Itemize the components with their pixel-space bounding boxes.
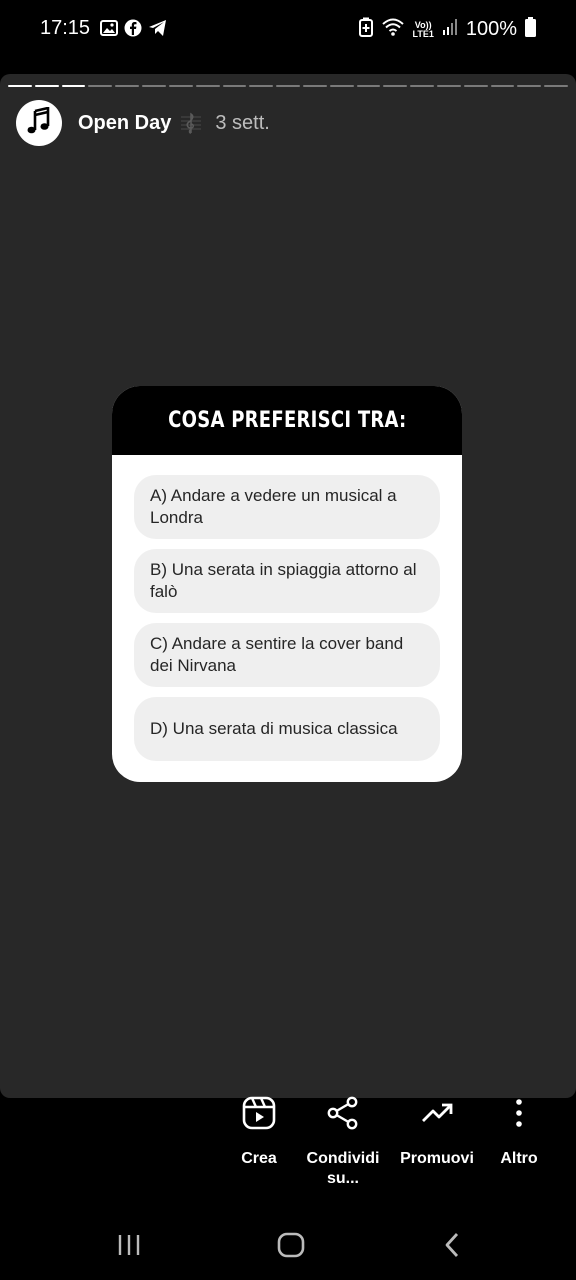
story-progress-bar [8, 85, 569, 87]
quiz-title: COSA PREFERISCI TRA: [167, 408, 407, 433]
wifi-icon [381, 17, 405, 42]
account-name[interactable]: Open Day [78, 112, 171, 135]
promote-button[interactable]: Promuovi [398, 1094, 476, 1169]
status-time: 17:15 [40, 17, 91, 39]
music-note-icon [26, 105, 52, 140]
quiz-option-label: B) Una serata in spiaggia attorno al fal… [150, 560, 417, 601]
progress-segment [249, 85, 274, 87]
progress-segment [115, 85, 140, 87]
progress-segment [437, 85, 461, 87]
create-button[interactable]: Crea [230, 1094, 288, 1169]
battery-percentage: 100% [465, 18, 517, 40]
progress-segment [517, 85, 542, 87]
progress-segment [222, 85, 247, 87]
progress-segment [88, 85, 113, 87]
share-icon [326, 1094, 360, 1135]
system-icons: Vo)) LTE1 100% [358, 17, 536, 42]
signal-icon [442, 18, 458, 41]
avatar[interactable] [16, 100, 62, 146]
progress-segment [490, 85, 515, 87]
more-button[interactable]: Altro [496, 1094, 542, 1169]
trending-up-icon [420, 1094, 454, 1135]
more-vertical-icon [502, 1094, 536, 1135]
progress-segment [383, 85, 408, 87]
volte-icon: Vo)) LTE1 [412, 19, 434, 39]
quiz-option-c[interactable]: C) Andare a sentire la cover band dei Ni… [134, 623, 440, 687]
treble-clef-icon [179, 111, 203, 135]
progress-segment [61, 85, 86, 87]
quiz-header: COSA PREFERISCI TRA: [112, 386, 462, 455]
home-icon[interactable] [276, 1230, 306, 1265]
progress-segment [329, 85, 354, 87]
quiz-sticker: COSA PREFERISCI TRA: A) Andare a vedere … [112, 386, 462, 782]
story-header: Open Day 3 sett. [16, 100, 270, 146]
quiz-option-b[interactable]: B) Una serata in spiaggia attorno al fal… [134, 549, 440, 613]
battery-saver-icon [358, 17, 373, 42]
progress-segment [168, 85, 193, 87]
notification-icons [100, 19, 168, 42]
gallery-icon [100, 20, 118, 41]
facebook-icon [124, 19, 142, 42]
promote-label: Promuovi [400, 1150, 474, 1167]
progress-segment [276, 85, 300, 87]
system-navigation-bar [0, 1212, 576, 1280]
progress-segment [544, 85, 569, 87]
progress-segment [302, 85, 327, 87]
progress-segment [356, 85, 381, 87]
recent-apps-icon[interactable] [116, 1230, 142, 1265]
back-icon[interactable] [440, 1230, 464, 1265]
quiz-option-a[interactable]: A) Andare a vedere un musical a Londra [134, 475, 440, 539]
progress-segment [410, 85, 434, 87]
progress-segment [142, 85, 166, 87]
telegram-icon [148, 19, 168, 42]
share-button[interactable]: Condividi su... [303, 1094, 383, 1189]
progress-segment [195, 85, 220, 87]
quiz-options: A) Andare a vedere un musical a Londra B… [112, 455, 462, 761]
progress-segment [8, 85, 32, 87]
quiz-option-label: A) Andare a vedere un musical a Londra [150, 486, 397, 527]
status-bar: 17:15 Vo)) LTE1 100% [0, 0, 576, 60]
story-action-bar: Crea Condividi su... Promuovi Altro [0, 1094, 576, 1204]
create-label: Crea [241, 1150, 277, 1167]
share-label: Condividi su... [306, 1150, 380, 1187]
story-timestamp: 3 sett. [215, 111, 270, 134]
progress-segment [463, 85, 488, 87]
reels-icon [242, 1094, 276, 1135]
quiz-option-label: D) Una serata di musica classica [150, 719, 398, 738]
progress-segment [34, 85, 59, 87]
quiz-option-d[interactable]: D) Una serata di musica classica [134, 697, 440, 761]
quiz-option-label: C) Andare a sentire la cover band dei Ni… [150, 634, 404, 675]
more-label: Altro [500, 1150, 538, 1167]
battery-icon [525, 17, 536, 42]
